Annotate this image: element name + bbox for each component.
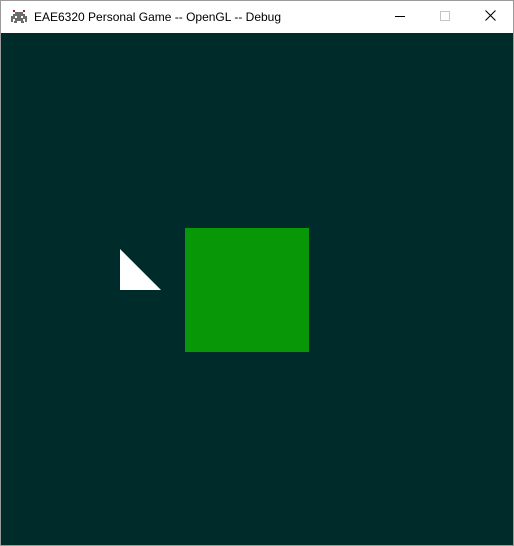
minimize-icon <box>395 8 405 26</box>
minimize-button[interactable] <box>377 1 423 33</box>
title-bar[interactable]: EAE6320 Personal Game -- OpenGL -- Debug <box>1 1 513 33</box>
maximize-icon <box>440 8 450 26</box>
window-title: EAE6320 Personal Game -- OpenGL -- Debug <box>34 10 282 24</box>
game-viewport[interactable] <box>1 33 513 545</box>
white-triangle <box>120 249 161 290</box>
app-window: EAE6320 Personal Game -- OpenGL -- Debug <box>0 0 514 546</box>
close-icon <box>484 8 496 26</box>
close-button[interactable] <box>467 1 513 33</box>
maximize-button[interactable] <box>422 1 468 33</box>
green-square <box>185 228 309 352</box>
space-invader-icon[interactable] <box>10 9 28 25</box>
